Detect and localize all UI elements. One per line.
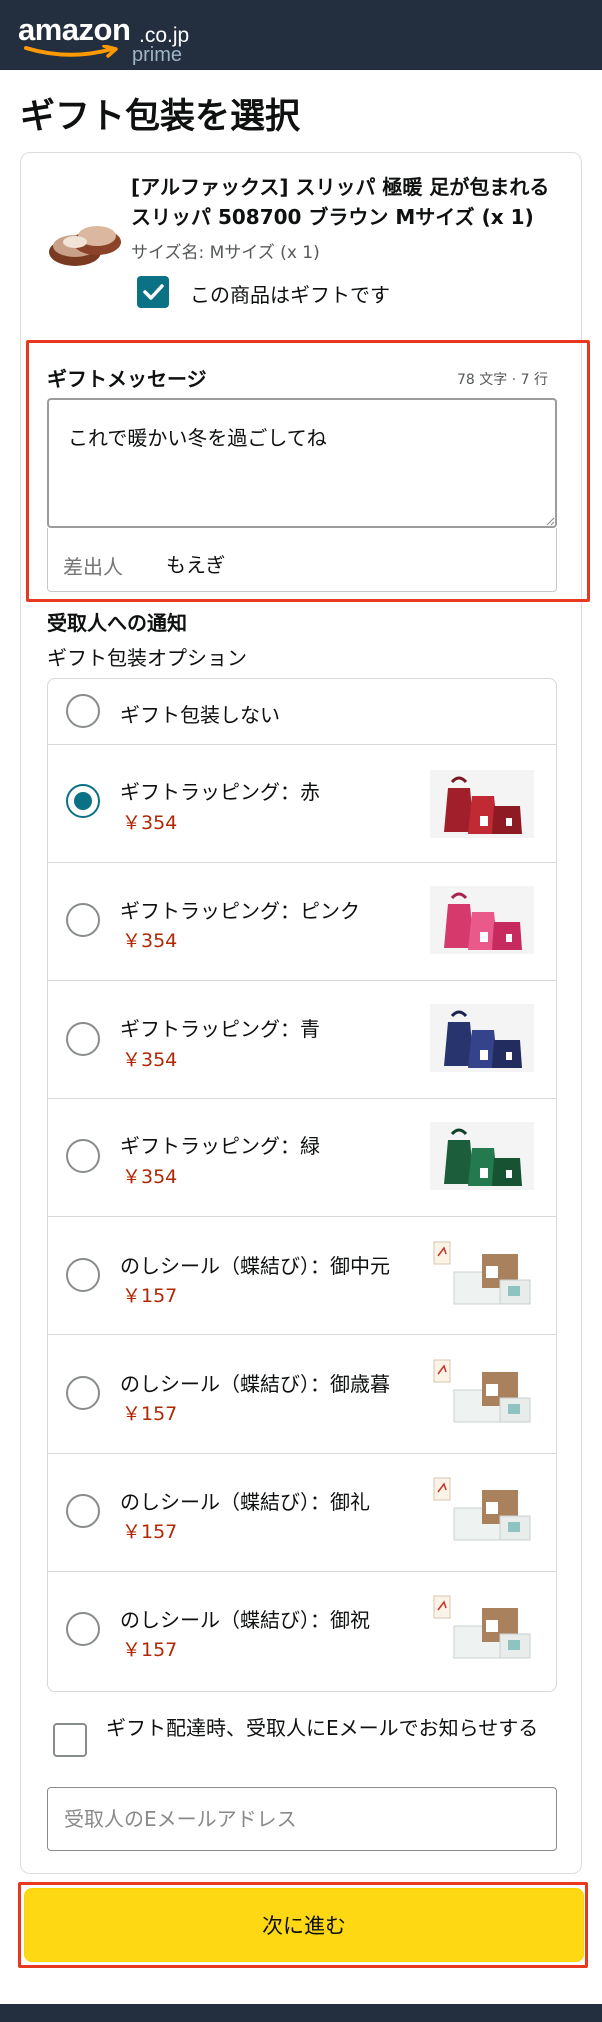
sender-field[interactable] [47, 528, 557, 592]
sender-value: もえぎ [166, 553, 226, 577]
noshi-seal-image [433, 1595, 531, 1659]
option-divider [48, 980, 556, 981]
smile-arrow-icon [24, 45, 118, 58]
option-price: ￥354 [122, 930, 178, 952]
bottom-bar [0, 2004, 602, 2022]
option-label[interactable]: ギフトラッピング：ピンク [120, 895, 360, 924]
recipient-notify-title: 受取人への通知 [47, 611, 187, 635]
checkmark-icon [143, 284, 164, 300]
gift-message-label: ギフトメッセージ [47, 367, 207, 391]
logo-prime: prime [132, 44, 183, 66]
option-label[interactable]: のしシール（蝶結び）：御歳暮 [120, 1368, 390, 1397]
noshi-seal-image [433, 1359, 531, 1423]
option-price: ￥354 [122, 1049, 178, 1071]
option-label[interactable]: のしシール（蝶結び）：御礼 [120, 1486, 370, 1515]
red-gift-bags-image [430, 770, 534, 838]
gift-checkbox[interactable] [137, 276, 169, 308]
sender-label: 差出人 [63, 555, 123, 579]
email-notify-checkbox[interactable] [53, 1723, 87, 1757]
gift-message-counter: 78 文字 · 7 行 [457, 372, 548, 388]
option-divider [48, 744, 556, 745]
radio-noshi-orei[interactable] [66, 1494, 100, 1528]
resize-handle-icon[interactable] [546, 517, 555, 526]
radio-wrap-blue[interactable] [66, 1022, 100, 1056]
radio-wrap-pink[interactable] [66, 903, 100, 937]
amazon-prime-logo[interactable]: amazon .co.jp prime [18, 10, 198, 66]
page-title: ギフト包装を選択 [20, 97, 301, 137]
radio-wrap-red[interactable] [66, 784, 100, 818]
option-label[interactable]: ギフト包装しない [120, 699, 280, 728]
radio-noshi-oiwai[interactable] [66, 1612, 100, 1646]
radio-wrap-green[interactable] [66, 1139, 100, 1173]
option-price: ￥157 [122, 1521, 178, 1543]
option-divider [48, 1571, 556, 1572]
radio-noshi-ochugen[interactable] [66, 1258, 100, 1292]
recipient-email-input[interactable] [47, 1787, 557, 1851]
pink-gift-bags-image [430, 886, 534, 954]
top-bar: amazon .co.jp prime [0, 0, 602, 70]
next-button[interactable]: 次に進む [24, 1888, 584, 1962]
noshi-seal-image [433, 1241, 531, 1305]
noshi-seal-image [433, 1477, 531, 1541]
option-divider [48, 1453, 556, 1454]
option-price: ￥354 [122, 1166, 178, 1188]
option-divider [48, 1216, 556, 1217]
option-label[interactable]: のしシール（蝶結び）：御中元 [120, 1250, 390, 1279]
email-notify-label: ギフト配達時、受取人にEメールでお知らせする [106, 1716, 539, 1740]
product-size: サイズ名: Mサイズ (x 1) [131, 243, 320, 263]
logo-word: amazon [18, 12, 131, 47]
radio-noshi-oseibo[interactable] [66, 1376, 100, 1410]
option-price: ￥354 [122, 812, 178, 834]
product-title[interactable]: [アルファックス] スリッパ 極暖 足が包まれるスリッパ 508700 ブラウン… [131, 172, 561, 232]
slipper-product-image [49, 226, 121, 266]
gift-message-text: これで暖かい冬を過ごしてね [68, 426, 327, 450]
option-price: ￥157 [122, 1639, 178, 1661]
option-label[interactable]: のしシール（蝶結び）：御祝 [120, 1604, 370, 1633]
option-label[interactable]: ギフトラッピング：赤 [120, 776, 320, 805]
option-label[interactable]: ギフトラッピング：緑 [120, 1130, 320, 1159]
option-divider [48, 862, 556, 863]
option-divider [48, 1098, 556, 1099]
green-gift-bags-image [430, 1122, 534, 1190]
wrap-options-title: ギフト包装オプション [47, 646, 247, 670]
radio-no-wrap[interactable] [66, 694, 100, 728]
option-price: ￥157 [122, 1403, 178, 1425]
option-label[interactable]: ギフトラッピング：青 [120, 1013, 320, 1042]
gift-message-textarea[interactable] [47, 398, 557, 528]
option-divider [48, 1334, 556, 1335]
blue-gift-bags-image [430, 1004, 534, 1072]
gift-checkbox-label: この商品はギフトです [190, 283, 390, 307]
option-price: ￥157 [122, 1285, 178, 1307]
